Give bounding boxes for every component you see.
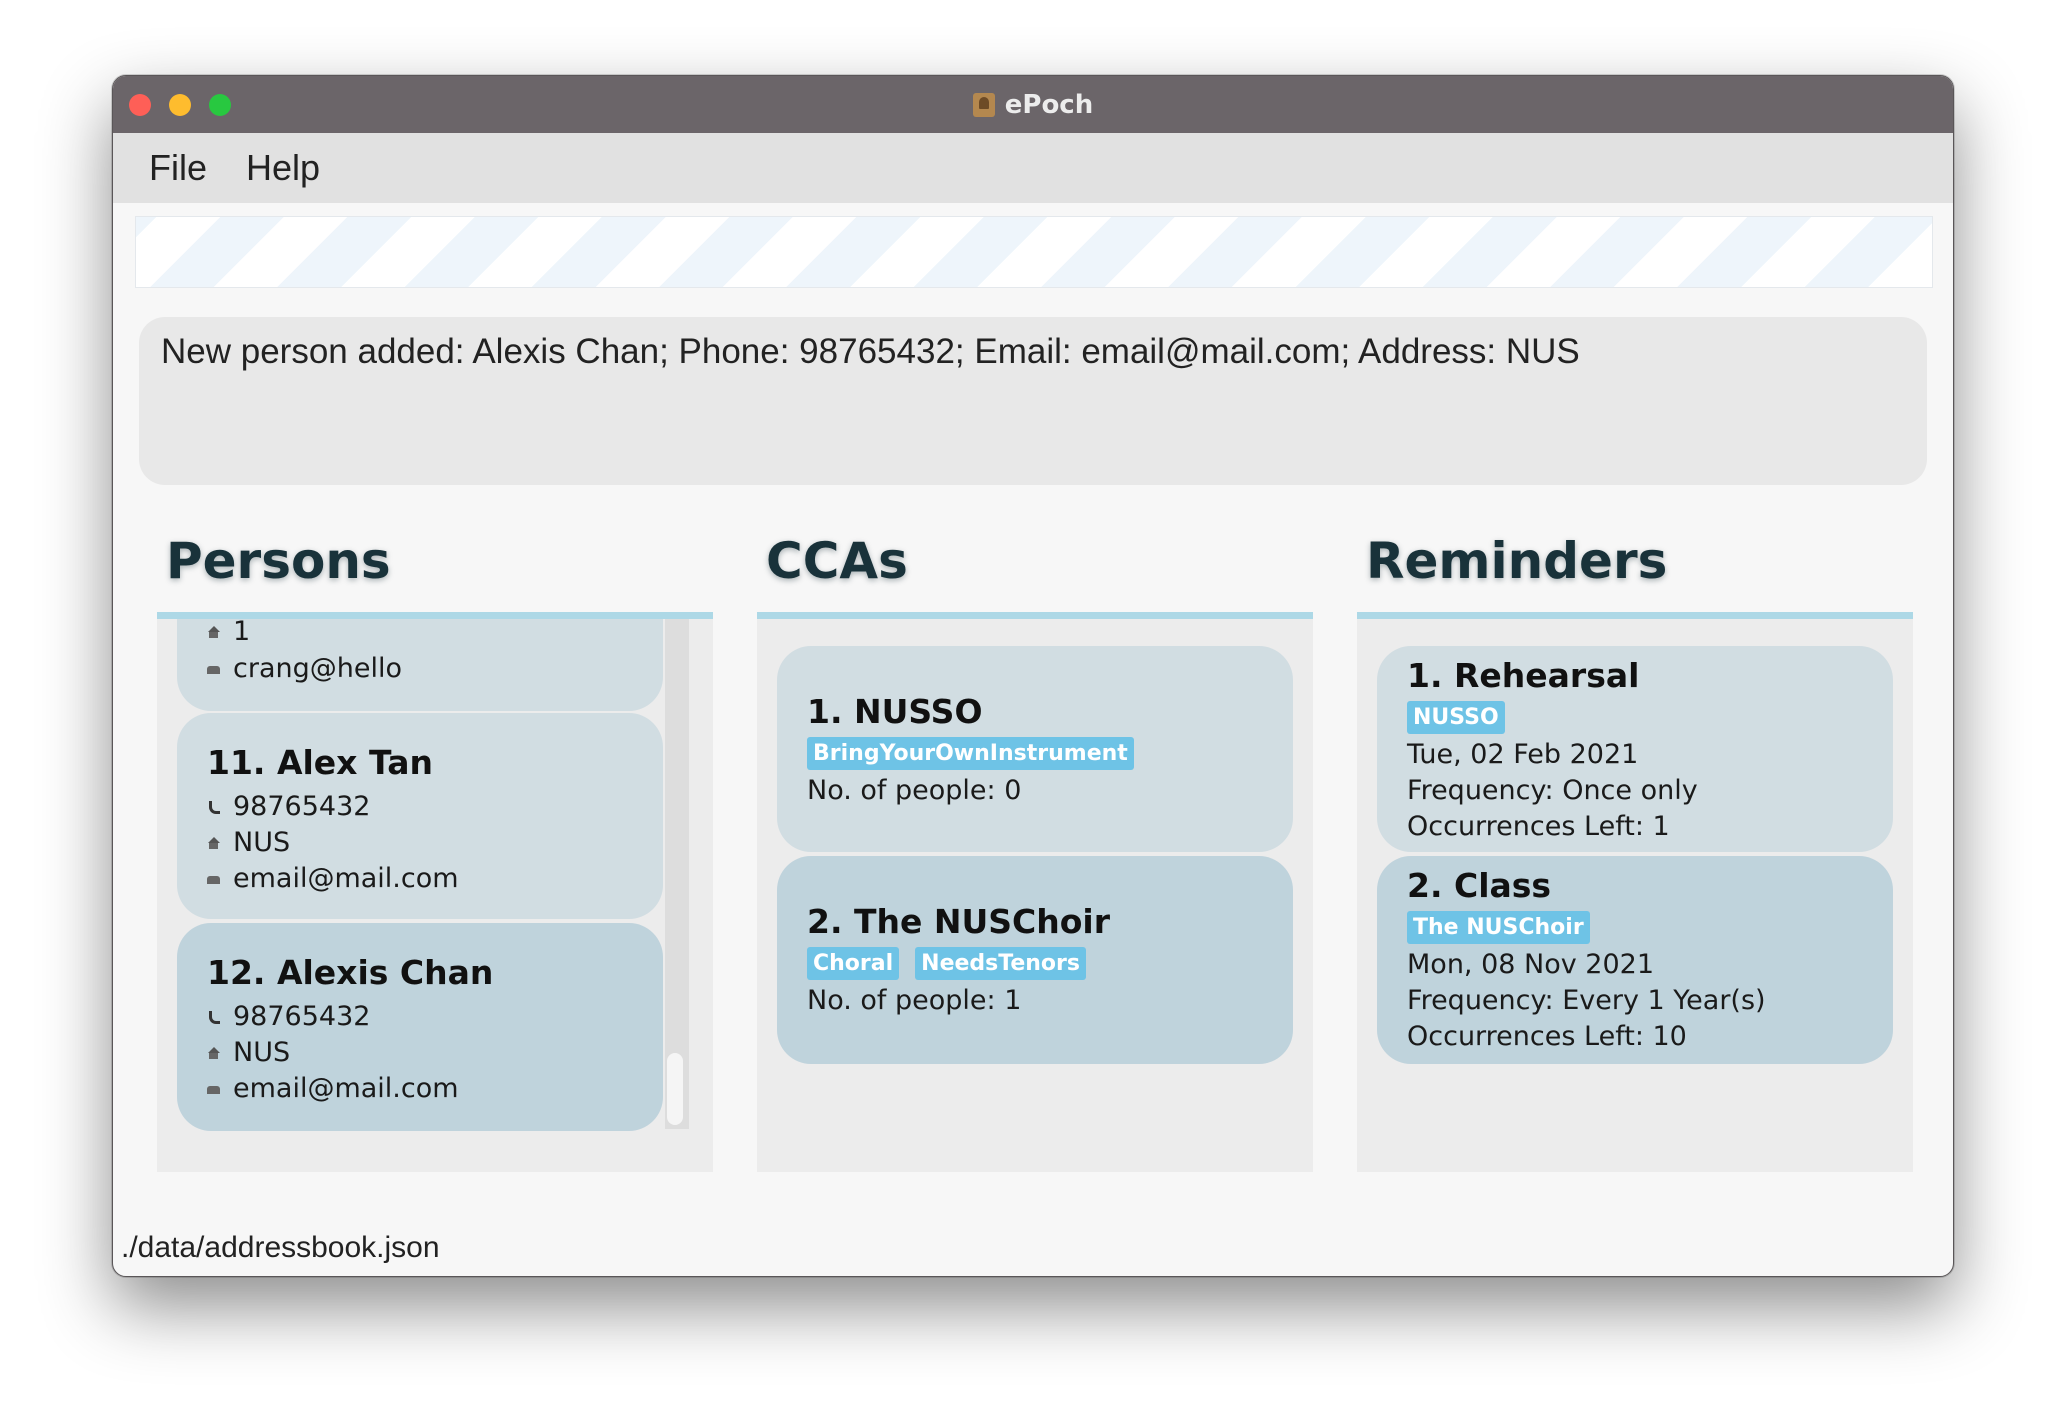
menu-bar: File Help xyxy=(113,133,1953,203)
persons-title: Persons xyxy=(166,532,391,590)
ccas-list[interactable]: 1. NUSSO BringYourOwnInstrument No. of p… xyxy=(757,619,1313,1172)
person-name: 12. Alexis Chan xyxy=(207,953,494,992)
title-bar: ePoch xyxy=(113,76,1953,133)
reminder-card[interactable]: 1. Rehearsal NUSSO Tue, 02 Feb 2021 Freq… xyxy=(1377,646,1893,852)
window-title: ePoch xyxy=(1004,89,1094,120)
person-address: NUS xyxy=(233,827,291,858)
home-icon xyxy=(207,1046,221,1059)
reminder-date: Tue, 02 Feb 2021 xyxy=(1407,739,1639,770)
cca-people-count: No. of people: 1 xyxy=(807,985,1022,1016)
cca-card[interactable]: 2. The NUSChoir Choral NeedsTenors No. of… xyxy=(777,856,1293,1064)
reminders-list[interactable]: 1. Rehearsal NUSSO Tue, 02 Feb 2021 Freq… xyxy=(1357,619,1913,1172)
persons-scrollbar[interactable] xyxy=(663,619,693,1131)
reminder-frequency: Frequency: Every 1 Year(s) xyxy=(1407,985,1766,1016)
person-address: 1 xyxy=(233,619,251,647)
reminder-card[interactable]: 2. Class The NUSChoir Mon, 08 Nov 2021 F… xyxy=(1377,856,1893,1064)
reminder-occurrences: Occurrences Left: 10 xyxy=(1407,1021,1687,1052)
ccas-title: CCAs xyxy=(766,532,908,590)
app-window: ePoch File Help New person added: Alexis… xyxy=(112,75,1954,1277)
result-display: New person added: Alexis Chan; Phone: 98… xyxy=(139,317,1927,485)
person-card[interactable]: 11. Alex Tan 98765432 NUS email@mail.com xyxy=(177,713,663,919)
menu-help[interactable]: Help xyxy=(246,147,320,189)
home-icon xyxy=(207,836,221,849)
cca-tag: NeedsTenors xyxy=(915,947,1086,980)
person-card[interactable]: 12. Alexis Chan 98765432 NUS email@mail.… xyxy=(177,923,663,1131)
cca-people-count: No. of people: 0 xyxy=(807,775,1022,806)
mail-icon xyxy=(207,873,221,885)
scrollbar-thumb[interactable] xyxy=(667,1053,683,1125)
status-bar-file-path: ./data/addressbook.json xyxy=(121,1231,440,1264)
mail-icon xyxy=(207,663,221,675)
person-email: email@mail.com xyxy=(233,863,459,894)
person-name: 11. Alex Tan xyxy=(207,743,433,782)
reminder-frequency: Frequency: Once only xyxy=(1407,775,1698,806)
cca-tag: BringYourOwnInstrument xyxy=(807,737,1134,770)
reminder-occurrences: Occurrences Left: 1 xyxy=(1407,811,1670,842)
home-icon xyxy=(207,625,221,638)
reminder-date: Mon, 08 Nov 2021 xyxy=(1407,949,1655,980)
ccas-header-bar xyxy=(757,612,1313,619)
mail-icon xyxy=(207,1083,221,1095)
cca-name: 1. NUSSO xyxy=(807,692,983,731)
reminders-header-bar xyxy=(1357,612,1913,619)
cca-name: 2. The NUSChoir xyxy=(807,902,1111,941)
persons-header-bar xyxy=(157,612,713,619)
menu-file[interactable]: File xyxy=(149,147,207,189)
person-card[interactable]: 1 crang@hello xyxy=(177,619,663,711)
phone-icon xyxy=(207,800,221,814)
app-icon xyxy=(972,92,995,117)
person-phone: 98765432 xyxy=(233,791,371,822)
result-text: New person added: Alexis Chan; Phone: 98… xyxy=(161,332,1580,371)
person-email: crang@hello xyxy=(233,653,402,684)
phone-icon xyxy=(207,1010,221,1024)
person-phone: 98765432 xyxy=(233,1001,371,1032)
person-address: NUS xyxy=(233,1037,291,1068)
reminder-cca-tag: The NUSChoir xyxy=(1407,911,1590,944)
reminders-title: Reminders xyxy=(1366,532,1668,590)
reminder-name: 2. Class xyxy=(1407,866,1552,905)
person-email: email@mail.com xyxy=(233,1073,459,1104)
cca-card[interactable]: 1. NUSSO BringYourOwnInstrument No. of p… xyxy=(777,646,1293,852)
reminder-cca-tag: NUSSO xyxy=(1407,701,1505,734)
cca-tag: Choral xyxy=(807,947,900,980)
persons-list[interactable]: 1 crang@hello 11. Alex Tan 98765432 NUS … xyxy=(157,619,713,1172)
command-input[interactable] xyxy=(135,216,1933,288)
reminder-name: 1. Rehearsal xyxy=(1407,656,1640,695)
